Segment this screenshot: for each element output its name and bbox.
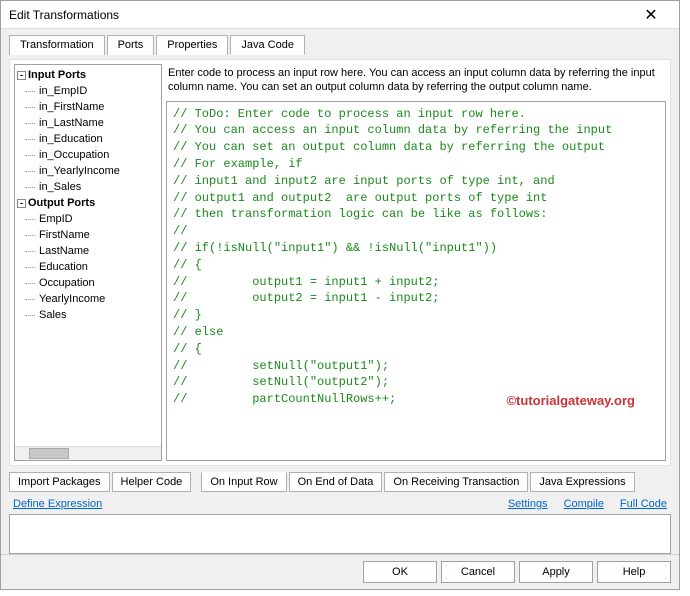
instruction-text: Enter code to process an input row here.… <box>166 64 666 101</box>
tree-item[interactable]: in_YearlyIncome <box>17 163 159 179</box>
main-body: Transformation Ports Properties Java Cod… <box>1 29 679 554</box>
help-button[interactable]: Help <box>597 561 671 583</box>
tree-item[interactable]: FirstName <box>17 227 159 243</box>
tab-on-receiving-transaction[interactable]: On Receiving Transaction <box>384 472 528 492</box>
tab-properties[interactable]: Properties <box>156 35 228 55</box>
tree-h-scrollbar[interactable] <box>15 446 161 460</box>
bottom-tabs: Import Packages Helper Code On Input Row… <box>9 472 671 492</box>
code-editor[interactable]: // ToDo: Enter code to process an input … <box>166 101 666 461</box>
tree-item[interactable]: LastName <box>17 243 159 259</box>
code-content: // ToDo: Enter code to process an input … <box>173 107 619 407</box>
dialog-title: Edit Transformations <box>9 8 119 22</box>
tree-item[interactable]: in_Sales <box>17 179 159 195</box>
edit-transformations-dialog: Edit Transformations ✕ Transformation Po… <box>0 0 680 590</box>
tree-item[interactable]: EmpID <box>17 211 159 227</box>
tab-java-code[interactable]: Java Code <box>230 35 305 55</box>
tree-item[interactable]: in_LastName <box>17 115 159 131</box>
tree-item[interactable]: in_EmpID <box>17 83 159 99</box>
tree-output-ports[interactable]: -Output Ports <box>17 195 159 211</box>
content-row: -Input Ports in_EmpID in_FirstName in_La… <box>9 59 671 466</box>
links-row: Define Expression Settings Compile Full … <box>9 498 671 510</box>
titlebar: Edit Transformations ✕ <box>1 1 679 29</box>
output-box[interactable] <box>9 514 671 554</box>
tab-java-expressions[interactable]: Java Expressions <box>530 472 634 492</box>
tab-transformation[interactable]: Transformation <box>9 35 105 55</box>
apply-button[interactable]: Apply <box>519 561 593 583</box>
tree-collapse-icon[interactable]: - <box>17 71 26 80</box>
define-expression-link[interactable]: Define Expression <box>13 498 102 510</box>
tab-on-input-row[interactable]: On Input Row <box>201 472 286 492</box>
top-tabs: Transformation Ports Properties Java Cod… <box>9 35 671 55</box>
tree-item[interactable]: YearlyIncome <box>17 291 159 307</box>
tab-import-packages[interactable]: Import Packages <box>9 472 110 492</box>
right-panel: Enter code to process an input row here.… <box>166 64 666 461</box>
ports-tree[interactable]: -Input Ports in_EmpID in_FirstName in_La… <box>14 64 162 461</box>
full-code-link[interactable]: Full Code <box>620 498 667 510</box>
tree-input-ports[interactable]: -Input Ports <box>17 67 159 83</box>
button-bar: OK Cancel Apply Help <box>1 554 679 589</box>
tree-item[interactable]: Sales <box>17 307 159 323</box>
tab-ports[interactable]: Ports <box>107 35 155 55</box>
tree-collapse-icon[interactable]: - <box>17 199 26 208</box>
tree-item[interactable]: in_Education <box>17 131 159 147</box>
tree-item[interactable]: in_FirstName <box>17 99 159 115</box>
close-icon[interactable]: ✕ <box>631 5 671 25</box>
settings-link[interactable]: Settings <box>508 498 548 510</box>
tree-item[interactable]: in_Occupation <box>17 147 159 163</box>
watermark: ©tutorialgateway.org <box>506 392 635 410</box>
cancel-button[interactable]: Cancel <box>441 561 515 583</box>
ok-button[interactable]: OK <box>363 561 437 583</box>
compile-link[interactable]: Compile <box>564 498 604 510</box>
tab-helper-code[interactable]: Helper Code <box>112 472 192 492</box>
tree-item[interactable]: Occupation <box>17 275 159 291</box>
tree-item[interactable]: Education <box>17 259 159 275</box>
tab-on-end-of-data[interactable]: On End of Data <box>289 472 383 492</box>
